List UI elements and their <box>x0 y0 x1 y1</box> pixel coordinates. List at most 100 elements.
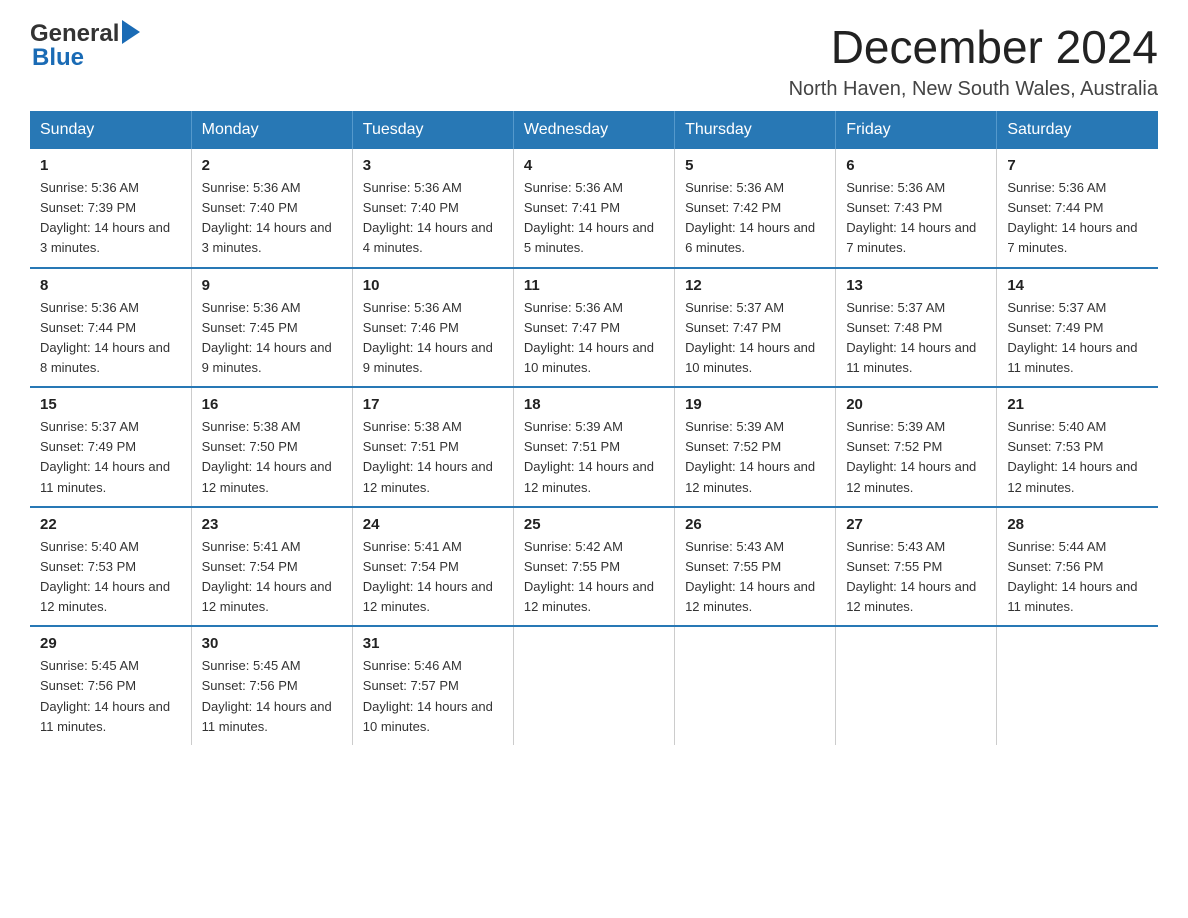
day-cell: 25 Sunrise: 5:42 AMSunset: 7:55 PMDayligh… <box>513 507 674 627</box>
day-cell: 13Sunrise: 5:37 AMSunset: 7:48 PMDayligh… <box>836 268 997 388</box>
calendar-table: SundayMondayTuesdayWednesdayThursdayFrid… <box>30 111 1158 745</box>
empty-day-cell <box>675 626 836 745</box>
calendar-subtitle: North Haven, New South Wales, Australia <box>789 78 1158 101</box>
title-block: December 2024 North Haven, New South Wal… <box>789 20 1158 101</box>
day-cell: 24Sunrise: 5:41 AMSunset: 7:54 PMDayligh… <box>352 507 513 627</box>
day-number: 23 <box>202 516 342 533</box>
day-cell: 17 Sunrise: 5:38 AMSunset: 7:51 PMDayligh… <box>352 387 513 507</box>
weekday-header-thursday: Thursday <box>675 111 836 149</box>
calendar-week-row: 8Sunrise: 5:36 AMSunset: 7:44 PMDaylight… <box>30 268 1158 388</box>
day-cell: 11 Sunrise: 5:36 AMSunset: 7:47 PMDayligh… <box>513 268 674 388</box>
calendar-title: December 2024 <box>789 20 1158 74</box>
day-cell: 30 Sunrise: 5:45 AMSunset: 7:56 PMDayligh… <box>191 626 352 745</box>
day-number: 30 <box>202 635 342 652</box>
empty-day-cell <box>997 626 1158 745</box>
day-info: Sunrise: 5:36 AMSunset: 7:42 PMDaylight:… <box>685 178 825 259</box>
weekday-header-saturday: Saturday <box>997 111 1158 149</box>
day-info: Sunrise: 5:36 AMSunset: 7:47 PMDaylight:… <box>524 298 664 379</box>
day-info: Sunrise: 5:38 AMSunset: 7:50 PMDaylight:… <box>202 417 342 498</box>
weekday-header-tuesday: Tuesday <box>352 111 513 149</box>
calendar-week-row: 1 Sunrise: 5:36 AMSunset: 7:39 PMDaylight… <box>30 149 1158 268</box>
day-info: Sunrise: 5:40 AMSunset: 7:53 PMDaylight:… <box>40 537 181 618</box>
day-info: Sunrise: 5:45 AMSunset: 7:56 PMDaylight:… <box>202 656 342 737</box>
day-info: Sunrise: 5:36 AMSunset: 7:39 PMDaylight:… <box>40 178 181 259</box>
day-info: Sunrise: 5:36 AMSunset: 7:40 PMDaylight:… <box>363 178 503 259</box>
day-cell: 28 Sunrise: 5:44 AMSunset: 7:56 PMDayligh… <box>997 507 1158 627</box>
day-cell: 21 Sunrise: 5:40 AMSunset: 7:53 PMDayligh… <box>997 387 1158 507</box>
day-info: Sunrise: 5:36 AMSunset: 7:45 PMDaylight:… <box>202 298 342 379</box>
day-number: 13 <box>846 277 986 294</box>
day-number: 28 <box>1007 516 1148 533</box>
day-info: Sunrise: 5:42 AMSunset: 7:55 PMDaylight:… <box>524 537 664 618</box>
calendar-week-row: 15 Sunrise: 5:37 AMSunset: 7:49 PMDayligh… <box>30 387 1158 507</box>
weekday-header-sunday: Sunday <box>30 111 191 149</box>
day-cell: 15 Sunrise: 5:37 AMSunset: 7:49 PMDayligh… <box>30 387 191 507</box>
day-info: Sunrise: 5:45 AMSunset: 7:56 PMDaylight:… <box>40 656 181 737</box>
day-number: 14 <box>1007 277 1148 294</box>
calendar-week-row: 29 Sunrise: 5:45 AMSunset: 7:56 PMDayligh… <box>30 626 1158 745</box>
day-cell: 9 Sunrise: 5:36 AMSunset: 7:45 PMDaylight… <box>191 268 352 388</box>
day-info: Sunrise: 5:40 AMSunset: 7:53 PMDaylight:… <box>1007 417 1148 498</box>
day-cell: 6Sunrise: 5:36 AMSunset: 7:43 PMDaylight… <box>836 149 997 268</box>
day-info: Sunrise: 5:43 AMSunset: 7:55 PMDaylight:… <box>685 537 825 618</box>
empty-day-cell <box>513 626 674 745</box>
day-info: Sunrise: 5:44 AMSunset: 7:56 PMDaylight:… <box>1007 537 1148 618</box>
day-number: 11 <box>524 277 664 294</box>
day-cell: 12Sunrise: 5:37 AMSunset: 7:47 PMDayligh… <box>675 268 836 388</box>
day-info: Sunrise: 5:37 AMSunset: 7:49 PMDaylight:… <box>40 417 181 498</box>
page-header: General Blue December 2024 North Haven, … <box>30 20 1158 101</box>
day-number: 9 <box>202 277 342 294</box>
day-number: 27 <box>846 516 986 533</box>
day-cell: 18Sunrise: 5:39 AMSunset: 7:51 PMDayligh… <box>513 387 674 507</box>
calendar-body: 1 Sunrise: 5:36 AMSunset: 7:39 PMDaylight… <box>30 149 1158 745</box>
day-cell: 26 Sunrise: 5:43 AMSunset: 7:55 PMDayligh… <box>675 507 836 627</box>
day-info: Sunrise: 5:39 AMSunset: 7:52 PMDaylight:… <box>846 417 986 498</box>
day-info: Sunrise: 5:36 AMSunset: 7:41 PMDaylight:… <box>524 178 664 259</box>
day-number: 16 <box>202 396 342 413</box>
day-number: 20 <box>846 396 986 413</box>
day-number: 17 <box>363 396 503 413</box>
day-cell: 2Sunrise: 5:36 AMSunset: 7:40 PMDaylight… <box>191 149 352 268</box>
day-cell: 19Sunrise: 5:39 AMSunset: 7:52 PMDayligh… <box>675 387 836 507</box>
day-number: 15 <box>40 396 181 413</box>
day-info: Sunrise: 5:41 AMSunset: 7:54 PMDaylight:… <box>363 537 503 618</box>
day-info: Sunrise: 5:37 AMSunset: 7:47 PMDaylight:… <box>685 298 825 379</box>
day-info: Sunrise: 5:39 AMSunset: 7:52 PMDaylight:… <box>685 417 825 498</box>
day-number: 5 <box>685 157 825 174</box>
day-number: 26 <box>685 516 825 533</box>
day-cell: 16 Sunrise: 5:38 AMSunset: 7:50 PMDayligh… <box>191 387 352 507</box>
day-number: 8 <box>40 277 181 294</box>
weekday-header-friday: Friday <box>836 111 997 149</box>
weekday-header-monday: Monday <box>191 111 352 149</box>
day-number: 3 <box>363 157 503 174</box>
day-cell: 8Sunrise: 5:36 AMSunset: 7:44 PMDaylight… <box>30 268 191 388</box>
day-cell: 29 Sunrise: 5:45 AMSunset: 7:56 PMDayligh… <box>30 626 191 745</box>
day-info: Sunrise: 5:36 AMSunset: 7:40 PMDaylight:… <box>202 178 342 259</box>
day-info: Sunrise: 5:39 AMSunset: 7:51 PMDaylight:… <box>524 417 664 498</box>
weekday-header-wednesday: Wednesday <box>513 111 674 149</box>
day-info: Sunrise: 5:37 AMSunset: 7:49 PMDaylight:… <box>1007 298 1148 379</box>
day-number: 6 <box>846 157 986 174</box>
weekday-header-row: SundayMondayTuesdayWednesdayThursdayFrid… <box>30 111 1158 149</box>
day-cell: 10 Sunrise: 5:36 AMSunset: 7:46 PMDayligh… <box>352 268 513 388</box>
day-cell: 5 Sunrise: 5:36 AMSunset: 7:42 PMDaylight… <box>675 149 836 268</box>
day-cell: 27Sunrise: 5:43 AMSunset: 7:55 PMDayligh… <box>836 507 997 627</box>
day-info: Sunrise: 5:36 AMSunset: 7:44 PMDaylight:… <box>1007 178 1148 259</box>
day-info: Sunrise: 5:38 AMSunset: 7:51 PMDaylight:… <box>363 417 503 498</box>
day-number: 25 <box>524 516 664 533</box>
logo: General Blue <box>30 20 140 72</box>
day-number: 4 <box>524 157 664 174</box>
day-number: 29 <box>40 635 181 652</box>
day-cell: 4 Sunrise: 5:36 AMSunset: 7:41 PMDaylight… <box>513 149 674 268</box>
day-number: 10 <box>363 277 503 294</box>
day-number: 1 <box>40 157 181 174</box>
calendar-week-row: 22Sunrise: 5:40 AMSunset: 7:53 PMDayligh… <box>30 507 1158 627</box>
day-info: Sunrise: 5:36 AMSunset: 7:46 PMDaylight:… <box>363 298 503 379</box>
logo-blue-text: Blue <box>32 44 84 72</box>
day-cell: 1 Sunrise: 5:36 AMSunset: 7:39 PMDaylight… <box>30 149 191 268</box>
day-cell: 22Sunrise: 5:40 AMSunset: 7:53 PMDayligh… <box>30 507 191 627</box>
day-number: 21 <box>1007 396 1148 413</box>
logo-triangle-icon <box>122 20 140 44</box>
day-cell: 7Sunrise: 5:36 AMSunset: 7:44 PMDaylight… <box>997 149 1158 268</box>
day-info: Sunrise: 5:41 AMSunset: 7:54 PMDaylight:… <box>202 537 342 618</box>
